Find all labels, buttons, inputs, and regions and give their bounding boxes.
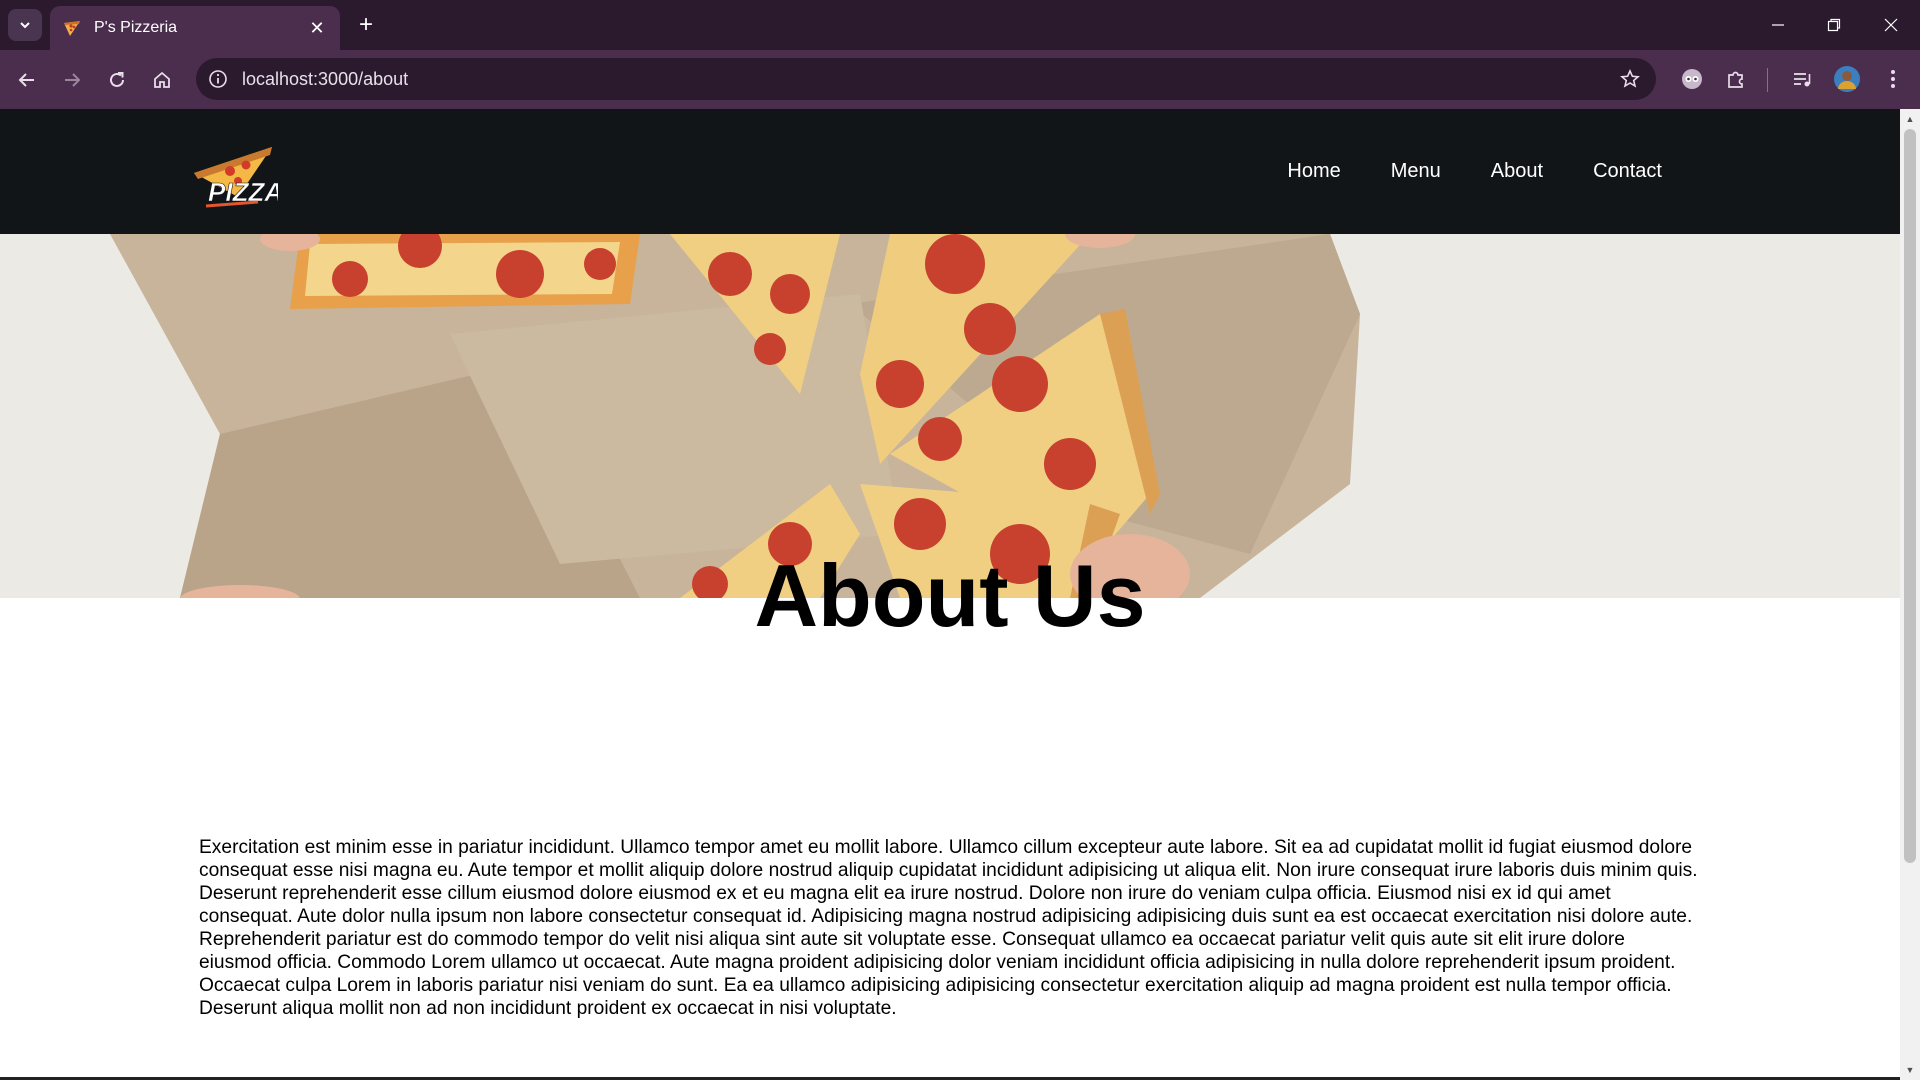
plus-icon[interactable]: + [352, 11, 380, 39]
pizza-favicon-icon [64, 21, 80, 36]
tab-list-button[interactable] [8, 9, 42, 41]
info-icon[interactable] [206, 67, 230, 91]
browser-tab-bar: P's Pizzeria ✕ + [0, 0, 1920, 50]
page-scrollbar[interactable]: ▲ ▼ [1900, 109, 1920, 1080]
home-icon [154, 71, 170, 88]
scrollbar-thumb[interactable] [1904, 129, 1916, 863]
star-icon[interactable] [1618, 67, 1642, 91]
arrow-left-icon [18, 73, 34, 87]
scroll-up-icon[interactable]: ▲ [1905, 114, 1915, 124]
nav-link-home[interactable]: Home [1287, 160, 1340, 183]
browser-toolbar: localhost:3000/about [0, 50, 1920, 109]
avatar[interactable] [1832, 64, 1862, 94]
arrow-right-icon [65, 73, 81, 87]
back-button[interactable] [9, 62, 45, 98]
page-title: About Us [754, 546, 1146, 645]
scroll-down-icon[interactable]: ▼ [1905, 1065, 1915, 1075]
address-bar[interactable]: localhost:3000/about [196, 58, 1656, 100]
hero-pizza-image [0, 234, 1900, 598]
about-paragraph: Exercitation est minim esse in pariatur … [199, 837, 1698, 1019]
restore-icon [1827, 18, 1841, 32]
reload-icon [110, 72, 124, 87]
site-navbar: PIZZA Home Menu About Contact [0, 109, 1900, 234]
nav-link-menu[interactable]: Menu [1391, 160, 1441, 183]
home-button[interactable] [144, 62, 180, 98]
reload-button[interactable] [99, 62, 135, 98]
nav-link-contact[interactable]: Contact [1593, 160, 1662, 183]
extension-eyes-icon[interactable] [1677, 64, 1707, 94]
tab-title: P's Pizzeria [94, 19, 178, 36]
kebab-menu-icon[interactable] [1878, 64, 1908, 94]
restore-button[interactable] [1814, 10, 1854, 40]
minimize-icon [1772, 24, 1784, 26]
toolbar-separator [1767, 68, 1768, 92]
page-viewport: PIZZA Home Menu About Contact About Us E… [0, 109, 1920, 1080]
media-control-icon[interactable] [1787, 64, 1817, 94]
forward-button[interactable] [54, 62, 90, 98]
close-window-icon [1884, 18, 1898, 32]
minimize-button[interactable] [1758, 10, 1798, 40]
nav-link-about[interactable]: About [1491, 160, 1543, 183]
pizza-logo[interactable]: PIZZA [186, 135, 278, 211]
puzzle-icon[interactable] [1721, 64, 1751, 94]
close-window-button[interactable] [1871, 10, 1911, 40]
site-menu: Home Menu About Contact [1287, 109, 1662, 234]
chevron-down-icon [20, 22, 30, 29]
browser-tab-active[interactable]: P's Pizzeria ✕ [50, 6, 340, 50]
close-icon[interactable]: ✕ [306, 17, 328, 39]
url-text[interactable]: localhost:3000/about [242, 58, 408, 100]
